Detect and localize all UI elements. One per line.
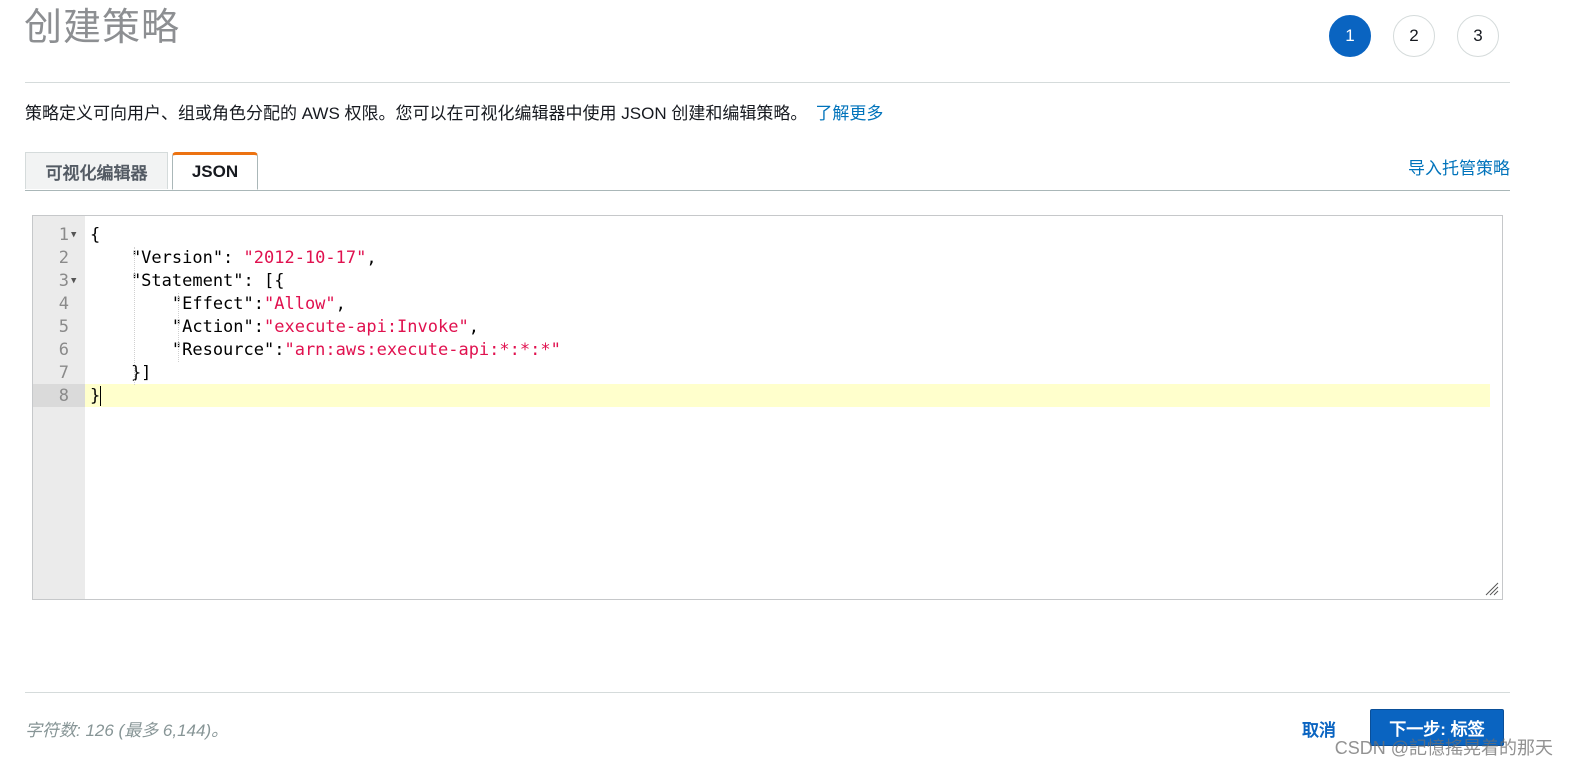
step-1[interactable]: 1 [1329,15,1371,57]
code-text: } [90,385,102,408]
code-line[interactable]: 4 "Effect":"Allow", [33,293,1502,316]
line-number: 7 [58,363,69,383]
step-2[interactable]: 2 [1393,15,1435,57]
json-token: "Statement": [{ [90,271,285,291]
fold-toggle-icon[interactable]: ▼ [71,270,76,293]
json-token: , [468,317,479,337]
line-number: 5 [58,317,69,337]
code-text: "Resource":"arn:aws:execute-api:*:*:*" [90,339,561,362]
code-line[interactable]: 5 "Action":"execute-api:Invoke", [33,316,1502,339]
tab-visual-editor[interactable]: 可视化编辑器 [25,152,168,189]
wizard-steps: 1 2 3 [1329,15,1499,57]
editor-tabs: 可视化编辑器 JSON 导入托管策略 [25,152,1510,191]
line-number: 3 [58,271,69,291]
step-3[interactable]: 3 [1457,15,1499,57]
char-count: 字符数: 126 (最多 6,144)。 [25,721,229,740]
line-number: 4 [58,294,69,314]
json-token: "Action": [90,317,264,337]
json-string: "arn:aws:execute-api:*:*:*" [284,340,561,360]
json-token: , [335,294,346,314]
resize-handle-icon[interactable] [1483,580,1499,596]
json-token: "Effect": [90,294,264,314]
code-text: { [90,224,100,247]
code-text: "Statement": [{ [90,270,285,293]
json-string: "execute-api:Invoke" [264,317,469,337]
indent-guide [178,293,179,362]
code-line[interactable]: 1 ▼ { [33,224,1502,247]
fold-toggle-icon[interactable]: ▼ [71,224,76,247]
header-divider [25,82,1510,83]
indent-guide [134,247,135,385]
import-managed-policy-link[interactable]: 导入托管策略 [1408,154,1510,179]
json-string: "Allow" [264,294,336,314]
code-text: "Version": "2012-10-17", [90,247,377,270]
footer-divider [25,692,1510,693]
line-number: 1 [58,225,69,245]
watermark: CSDN @記憶搖晃着的那天 [1334,738,1553,758]
json-string: "2012-10-17" [243,248,367,268]
json-token: } [90,386,101,406]
text-cursor [100,386,102,406]
code-line[interactable]: 2 "Version": "2012-10-17", [33,247,1502,270]
code-text: "Action":"execute-api:Invoke", [90,316,479,339]
json-token: }] [90,363,152,383]
page-title: 创建策略 [24,7,181,49]
json-token: { [90,225,101,245]
json-token: "Resource": [90,340,285,360]
code-line[interactable]: 3 ▼ "Statement": [{ [33,270,1502,293]
code-line[interactable]: 8} [33,385,1502,408]
code-line[interactable]: 6 "Resource":"arn:aws:execute-api:*:*:*" [33,339,1502,362]
policy-description: 策略定义可向用户、组或角色分配的 AWS 权限。您可以在可视化编辑器中使用 JS… [25,103,883,125]
json-token: "Version": [90,248,244,268]
learn-more-link[interactable]: 了解更多 [815,104,883,123]
cancel-button[interactable]: 取消 [1302,716,1336,741]
tab-json[interactable]: JSON [172,152,258,190]
code-text: "Effect":"Allow", [90,293,346,316]
line-number: 8 [58,386,69,406]
line-number: 6 [58,340,69,360]
code-line[interactable]: 7 }] [33,362,1502,385]
description-text: 策略定义可向用户、组或角色分配的 AWS 权限。您可以在可视化编辑器中使用 JS… [25,104,808,123]
code-text: }] [90,362,151,385]
json-editor[interactable]: 1 ▼{2 "Version": "2012-10-17", 3 ▼ "Stateme… [32,215,1503,600]
line-number: 2 [58,248,69,268]
json-token: , [366,248,377,268]
